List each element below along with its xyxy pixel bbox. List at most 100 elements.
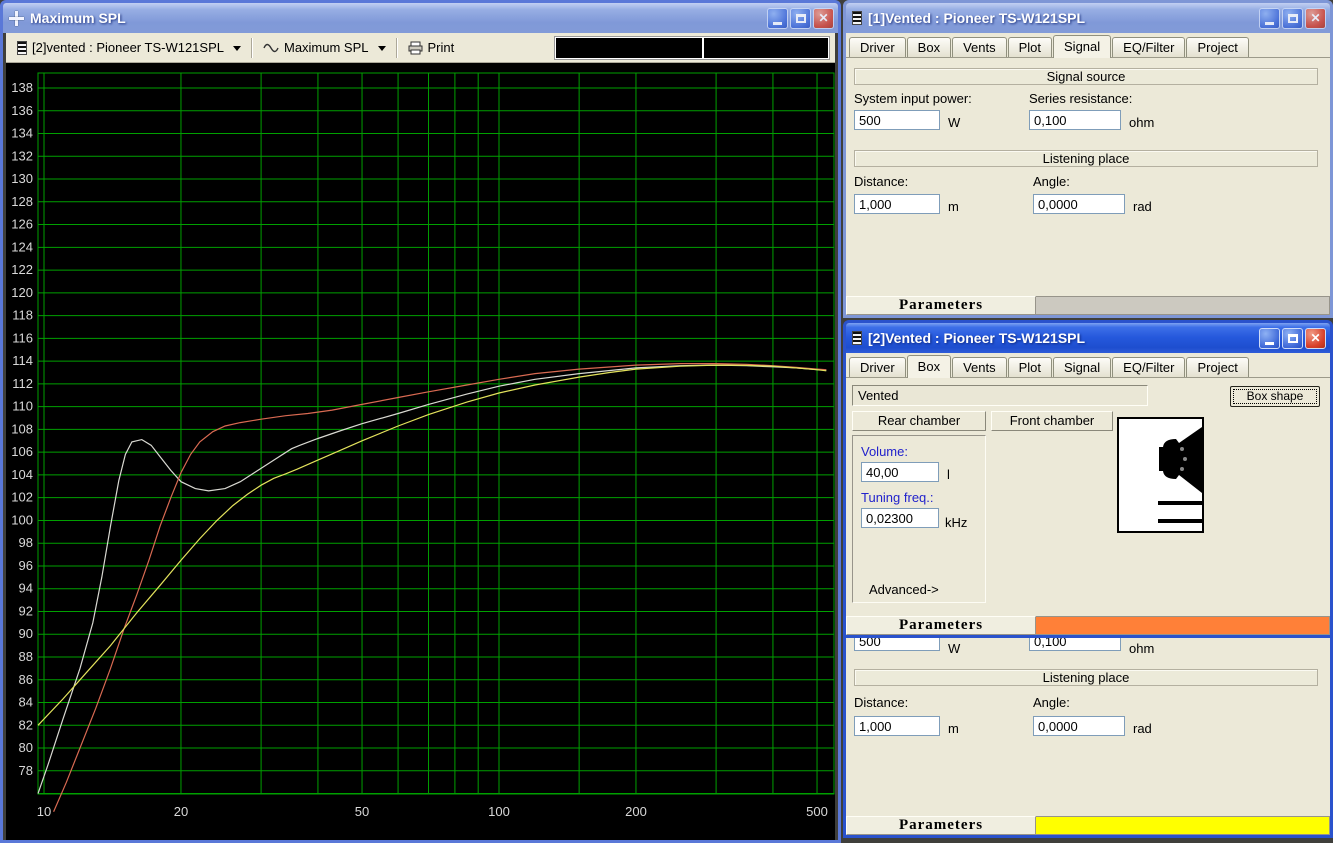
close-button[interactable]: ✕ [813, 8, 834, 29]
box-shape-button[interactable]: Box shape [1230, 386, 1320, 407]
tab-vents[interactable]: Vents [952, 357, 1007, 377]
rear-chamber-groupbox: Volume: 40,00 l Tuning freq.: 0,02300 kH… [852, 435, 986, 603]
minimize-button[interactable] [1259, 8, 1280, 29]
svg-text:114: 114 [12, 353, 33, 368]
distance-unit: m [948, 199, 959, 214]
window2-box-tab-content: Vented Box shape Rear chamber Front cham… [846, 378, 1330, 635]
listening-place-header: Listening place [854, 150, 1318, 167]
tuning-freq-unit: kHz [945, 515, 967, 530]
tab-vents[interactable]: Vents [952, 37, 1007, 57]
tab-eq-filter[interactable]: EQ/Filter [1112, 37, 1185, 57]
chevron-down-icon [233, 46, 241, 55]
tab-plot[interactable]: Plot [1008, 37, 1052, 57]
parameters-button[interactable]: Parameters [846, 296, 1036, 315]
maximize-button[interactable] [1282, 8, 1303, 29]
speaker-diagram [1119, 419, 1202, 531]
distance-field[interactable]: 1,000 [854, 194, 940, 214]
plot-window-titlebar[interactable]: Maximum SPL ✕ [3, 3, 838, 33]
printer-icon [408, 41, 423, 55]
front-chamber-tab[interactable]: Front chamber [991, 411, 1113, 431]
tab-signal[interactable]: Signal [1053, 357, 1111, 377]
svg-text:120: 120 [11, 285, 33, 300]
tab-signal[interactable]: Signal [1053, 35, 1111, 58]
window2-parameters-bar: Parameters [846, 616, 1330, 635]
minimize-button[interactable] [1259, 328, 1280, 349]
svg-text:102: 102 [11, 490, 33, 505]
system-input-power-field[interactable]: 500 [854, 110, 940, 130]
svg-text:500: 500 [806, 804, 828, 819]
svg-text:112: 112 [12, 376, 33, 391]
listening-place-header: Listening place [854, 669, 1318, 686]
tab-project[interactable]: Project [1186, 357, 1248, 377]
window1-title: [1]Vented : Pioneer TS-W121SPL [868, 10, 1259, 26]
tab-driver[interactable]: Driver [849, 357, 906, 377]
plot-type-dropdown[interactable]: Maximum SPL [259, 38, 390, 57]
tab-eq-filter[interactable]: EQ/Filter [1112, 357, 1185, 377]
tab-plot[interactable]: Plot [1008, 357, 1052, 377]
parameters-button[interactable]: Parameters [846, 816, 1036, 835]
svg-text:108: 108 [11, 421, 33, 436]
system-input-power-field[interactable]: 500 [854, 638, 940, 651]
angle-field[interactable]: 0,0000 [1033, 716, 1125, 736]
window1-tabs: Driver Box Vents Plot Signal EQ/Filter P… [846, 33, 1330, 58]
advanced-link[interactable]: Advanced-> [869, 582, 939, 597]
maximize-icon [1288, 14, 1298, 23]
spl-chart: 7880828486889092949698100102104106108110… [6, 63, 841, 843]
angle-field[interactable]: 0,0000 [1033, 194, 1125, 214]
svg-text:88: 88 [19, 649, 33, 664]
rear-chamber-tab[interactable]: Rear chamber [852, 411, 986, 431]
series-resistance-field[interactable]: 0,100 [1029, 110, 1121, 130]
close-button[interactable]: ✕ [1305, 8, 1326, 29]
minimize-button[interactable] [767, 8, 788, 29]
tab-project[interactable]: Project [1186, 37, 1248, 57]
svg-text:80: 80 [19, 740, 33, 755]
svg-text:128: 128 [11, 194, 33, 209]
svg-text:104: 104 [11, 467, 33, 482]
window-2-vented: [2]Vented : Pioneer TS-W121SPL ✕ Driver … [843, 320, 1333, 638]
window2-titlebar[interactable]: [2]Vented : Pioneer TS-W121SPL ✕ [846, 323, 1330, 353]
window1-signal-tab-content: Signal source System input power: Series… [846, 58, 1330, 315]
maximize-button[interactable] [1282, 328, 1303, 349]
svg-text:82: 82 [19, 717, 33, 732]
svg-text:126: 126 [11, 217, 33, 232]
close-button[interactable]: ✕ [1305, 328, 1326, 349]
toolbar-separator [251, 38, 253, 58]
plot-crosshair-icon [9, 11, 24, 26]
svg-text:124: 124 [11, 239, 33, 254]
window2-tabs: Driver Box Vents Plot Signal EQ/Filter P… [846, 353, 1330, 378]
box-type-field[interactable]: Vented [852, 385, 1148, 406]
tab-box[interactable]: Box [907, 355, 951, 378]
driver-icon [852, 11, 862, 25]
spl-chart-area[interactable]: 7880828486889092949698100102104106108110… [6, 63, 835, 840]
window3-content: 500 W 0,100 ohm Listening place Distance… [846, 638, 1330, 835]
minimize-icon [1265, 342, 1274, 345]
chevron-down-icon [378, 46, 386, 55]
print-button[interactable]: Print [404, 38, 459, 57]
series-resistance-field[interactable]: 0,100 [1029, 638, 1121, 651]
tuning-freq-field[interactable]: 0,02300 [861, 508, 939, 528]
resistance-unit: ohm [1129, 115, 1154, 130]
svg-text:118: 118 [12, 308, 33, 323]
tab-driver[interactable]: Driver [849, 37, 906, 57]
project-selector-dropdown[interactable]: [2]vented : Pioneer TS-W121SPL [13, 38, 245, 57]
plot-toolbar: [2]vented : Pioneer TS-W121SPL Maximum S… [6, 33, 835, 63]
parameters-button[interactable]: Parameters [846, 616, 1036, 635]
svg-text:90: 90 [19, 626, 33, 641]
svg-text:100: 100 [488, 804, 510, 819]
resistance-unit: ohm [1129, 641, 1154, 656]
driver-icon [17, 41, 27, 55]
print-label: Print [428, 40, 455, 55]
tab-box[interactable]: Box [907, 37, 951, 57]
power-unit: W [948, 115, 960, 130]
svg-text:96: 96 [19, 558, 33, 573]
svg-text:200: 200 [625, 804, 647, 819]
maximize-icon [796, 14, 806, 23]
readout-panels [554, 36, 830, 60]
window1-titlebar[interactable]: [1]Vented : Pioneer TS-W121SPL ✕ [846, 3, 1330, 33]
svg-text:94: 94 [19, 581, 33, 596]
distance-field[interactable]: 1,000 [854, 716, 940, 736]
volume-field[interactable]: 40,00 [861, 462, 939, 482]
box-shape-preview [1117, 417, 1204, 533]
volume-label: Volume: [861, 444, 908, 459]
maximize-button[interactable] [790, 8, 811, 29]
